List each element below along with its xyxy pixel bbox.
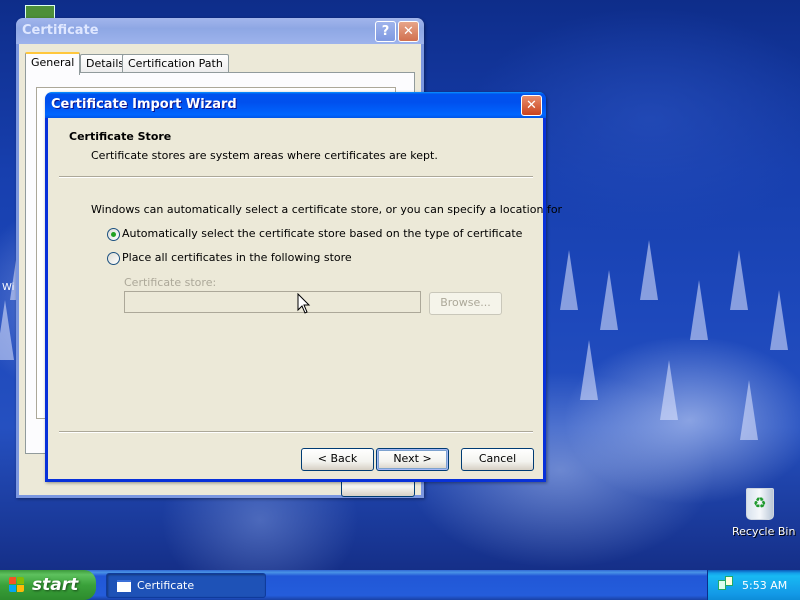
- auto-select-label[interactable]: Automatically select the certificate sto…: [122, 227, 522, 240]
- wallpaper-tree: [0, 300, 14, 360]
- wizard-client: Certificate Store Certificate stores are…: [48, 118, 562, 479]
- taskbar-button-certificate[interactable]: Certificate: [106, 573, 266, 598]
- wallpaper-tree: [770, 290, 788, 350]
- start-label: start: [32, 575, 79, 595]
- header-title: Certificate Store: [69, 130, 172, 143]
- clock[interactable]: 5:53 AM: [742, 579, 787, 592]
- desktop-icon-partial-label: Wi: [2, 282, 15, 293]
- wizard-title: Certificate Import Wizard: [51, 97, 237, 112]
- recycle-bin[interactable]: ♻ Recycle Bin: [730, 486, 795, 542]
- wizard-header: Certificate Store Certificate stores are…: [48, 118, 543, 178]
- place-in-store-label[interactable]: Place all certificates in the following …: [122, 251, 352, 264]
- mouse-pointer-icon: [297, 293, 311, 314]
- header-separator: [59, 176, 533, 178]
- browse-button[interactable]: Browse...: [429, 292, 502, 315]
- intro-text: Windows can automatically select a certi…: [91, 203, 563, 216]
- tab-general[interactable]: General: [25, 52, 81, 75]
- cancel-button[interactable]: Cancel: [461, 448, 534, 471]
- windows-logo-icon: [9, 577, 25, 593]
- auto-select-radio[interactable]: [107, 228, 120, 241]
- header-description: Certificate stores are system areas wher…: [91, 149, 438, 162]
- store-input[interactable]: [124, 291, 421, 313]
- certificate-title: Certificate: [22, 23, 99, 38]
- network-icon[interactable]: [718, 576, 733, 590]
- wallpaper-tree: [740, 380, 758, 440]
- wallpaper-tree: [690, 280, 708, 340]
- wallpaper-tree: [730, 250, 748, 310]
- wallpaper-tree: [660, 360, 678, 420]
- certificate-titlebar[interactable]: Certificate: [16, 18, 424, 44]
- wallpaper-tree: [600, 270, 618, 330]
- tab-certification-path[interactable]: Certification Path: [122, 54, 229, 73]
- start-button[interactable]: start: [0, 570, 96, 600]
- recycle-bin-icon: ♻: [746, 488, 774, 520]
- help-button[interactable]: ?: [375, 21, 396, 42]
- wallpaper-tree: [580, 340, 598, 400]
- wizard-titlebar[interactable]: Certificate Import Wizard: [45, 92, 546, 118]
- certificate-close-button[interactable]: ✕: [398, 21, 419, 42]
- import-wizard-window: Certificate Import Wizard ✕ Certificate …: [45, 92, 562, 482]
- footer-separator: [59, 431, 533, 433]
- taskbar: start Certificate 5:53 AM: [0, 570, 800, 600]
- place-in-store-radio[interactable]: [107, 252, 120, 265]
- wizard-close-button[interactable]: ✕: [521, 95, 542, 116]
- window-icon: [117, 580, 131, 592]
- next-button[interactable]: Next >: [376, 448, 449, 471]
- store-label: Certificate store:: [124, 276, 217, 289]
- taskbar-button-label: Certificate: [137, 579, 195, 592]
- back-button[interactable]: < Back: [301, 448, 374, 471]
- wallpaper-tree: [560, 250, 578, 310]
- recycle-bin-label: Recycle Bin: [732, 525, 796, 538]
- system-tray: 5:53 AM: [707, 570, 800, 600]
- wallpaper-tree: [640, 240, 658, 300]
